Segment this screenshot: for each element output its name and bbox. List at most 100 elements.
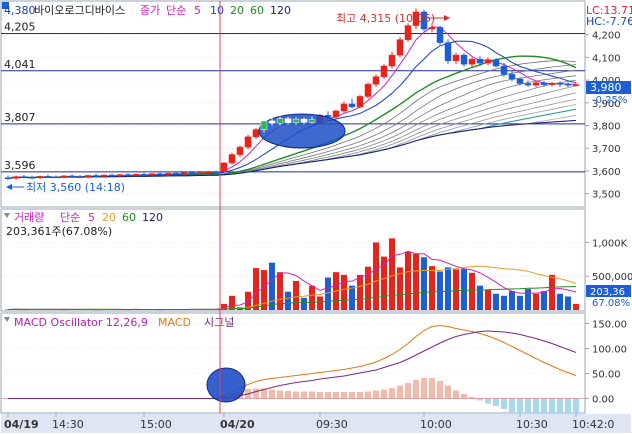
volume-bar-54	[437, 271, 443, 310]
candle-body-41	[332, 110, 340, 118]
candle-54	[436, 25, 444, 45]
macd-osc-bar-62	[501, 398, 507, 409]
candle-50	[404, 23, 412, 42]
volume-bar-43	[349, 285, 355, 310]
candle-55	[444, 39, 452, 65]
candle-body-68	[548, 83, 556, 85]
macd-osc-bar-48	[389, 388, 395, 399]
volume-bar-53	[429, 266, 435, 310]
price-tick-label-7: 3,500	[592, 190, 621, 201]
stock-name: 바이오로그디바이스	[34, 4, 125, 17]
macd-osc-bar-56	[453, 390, 459, 399]
macd-tick-label-0: 150.00	[592, 320, 627, 331]
volume-bar-35	[285, 291, 291, 310]
candle-body-27	[220, 162, 228, 172]
volume-summary: 203,361주(67.08%)	[6, 225, 112, 238]
volume-bar-44	[357, 274, 363, 310]
volume-bar-51	[413, 253, 419, 310]
macd-tick-label-3: 0.00	[592, 395, 614, 406]
candle-body-49	[396, 39, 404, 56]
volume-bar-46	[373, 242, 379, 310]
ma-type-label: 단순	[166, 4, 186, 17]
macd-tick-label-2: 50.00	[592, 370, 621, 381]
volume-bar-68	[549, 274, 555, 310]
candle-body-58	[468, 58, 476, 65]
volume-bar-67	[541, 291, 547, 310]
time-tick-label-5: 10:00	[420, 418, 452, 431]
candle-body-2	[20, 176, 28, 178]
macd-oscillator-label: MACD Oscillator 12,26,9	[14, 316, 148, 329]
candle-body-54	[436, 27, 444, 43]
time-tick-label-6: 10:30	[516, 418, 548, 431]
price-tick-label-5: 3,700	[592, 144, 621, 155]
volume-bar-48	[389, 238, 395, 310]
price-tick-label-0: 4,200	[592, 31, 621, 42]
macd-osc-bar-44	[357, 392, 363, 399]
candle-body-21	[172, 172, 180, 175]
macd-osc-bar-34	[277, 390, 283, 399]
macd-osc-bar-38	[309, 391, 315, 399]
candle-body-26	[212, 171, 220, 174]
volume-bar-28	[229, 295, 235, 310]
candle-body-63	[508, 74, 516, 80]
candle-body-19	[156, 173, 164, 175]
candle-body-17	[140, 174, 148, 176]
candle-body-7	[60, 175, 68, 178]
macd-osc-bar-42	[341, 392, 347, 399]
candle-body-14	[116, 174, 124, 177]
time-axis: 04/19 14:30 15:00 04/20 09:30 10:00 10:30 10:42…	[1, 413, 631, 433]
volume-last-percent: 67.08%	[592, 298, 630, 309]
reference-line-label-2: 3,807	[4, 111, 36, 124]
volume-bar-66	[533, 293, 539, 310]
candle-body-18	[148, 173, 156, 176]
volume-bar-62	[501, 295, 507, 310]
candle-body-43	[348, 103, 356, 108]
candle-body-11	[92, 175, 100, 177]
legend-period-20: 20	[230, 4, 244, 17]
candle-body-50	[404, 25, 412, 40]
reference-line-label-1: 4,041	[4, 58, 36, 71]
candle-27	[220, 161, 228, 172]
volume-bar-56	[453, 269, 459, 310]
macd-osc-bar-35	[285, 391, 291, 399]
legend-period-5: 5	[194, 4, 201, 17]
candle-body-53	[428, 27, 436, 30]
candle-body-34	[276, 118, 284, 124]
candle-61	[492, 58, 500, 68]
price-tick-label-4: 3,800	[592, 122, 621, 133]
reference-line-label-3: 3,596	[4, 159, 36, 172]
candle-body-61	[492, 59, 500, 67]
candle-body-65	[524, 83, 532, 86]
candle-49	[396, 36, 404, 58]
volume-bar-63	[509, 291, 515, 310]
candle-body-70	[564, 83, 572, 86]
candle-body-5	[44, 176, 52, 178]
highlight-ellipse-macd	[206, 367, 246, 403]
volume-bar-59	[477, 285, 483, 310]
candle-body-24	[196, 172, 204, 174]
candle-body-12	[100, 174, 108, 177]
time-tick-label-2: 15:00	[140, 418, 172, 431]
price-tick-label-1: 4,100	[592, 53, 621, 64]
candle-body-35	[284, 118, 292, 124]
macd-osc-bar-65	[525, 398, 531, 417]
macd-osc-bar-39	[317, 392, 323, 399]
macd-osc-bar-43	[349, 392, 355, 399]
volume-bar-50	[405, 251, 411, 310]
low-price-label: 최저 3,560 (14:18)	[26, 181, 125, 194]
candle-body-28	[228, 154, 236, 164]
time-tick-label-4: 09:30	[316, 418, 348, 431]
candle-body-60	[484, 59, 492, 64]
legend-period-120: 120	[270, 4, 291, 17]
candle-body-47	[380, 65, 388, 77]
volume-bar-42	[341, 274, 347, 310]
candle-body-32	[260, 120, 268, 130]
volume-bar-31	[253, 268, 259, 310]
macd-osc-bar-31	[253, 388, 259, 399]
volume-period-20: 20	[102, 211, 116, 224]
candle-body-1	[12, 176, 20, 179]
volume-bar-39	[317, 296, 323, 310]
volume-period-120: 120	[142, 211, 163, 224]
candle-body-56	[452, 54, 460, 62]
legend-period-10: 10	[210, 4, 224, 17]
